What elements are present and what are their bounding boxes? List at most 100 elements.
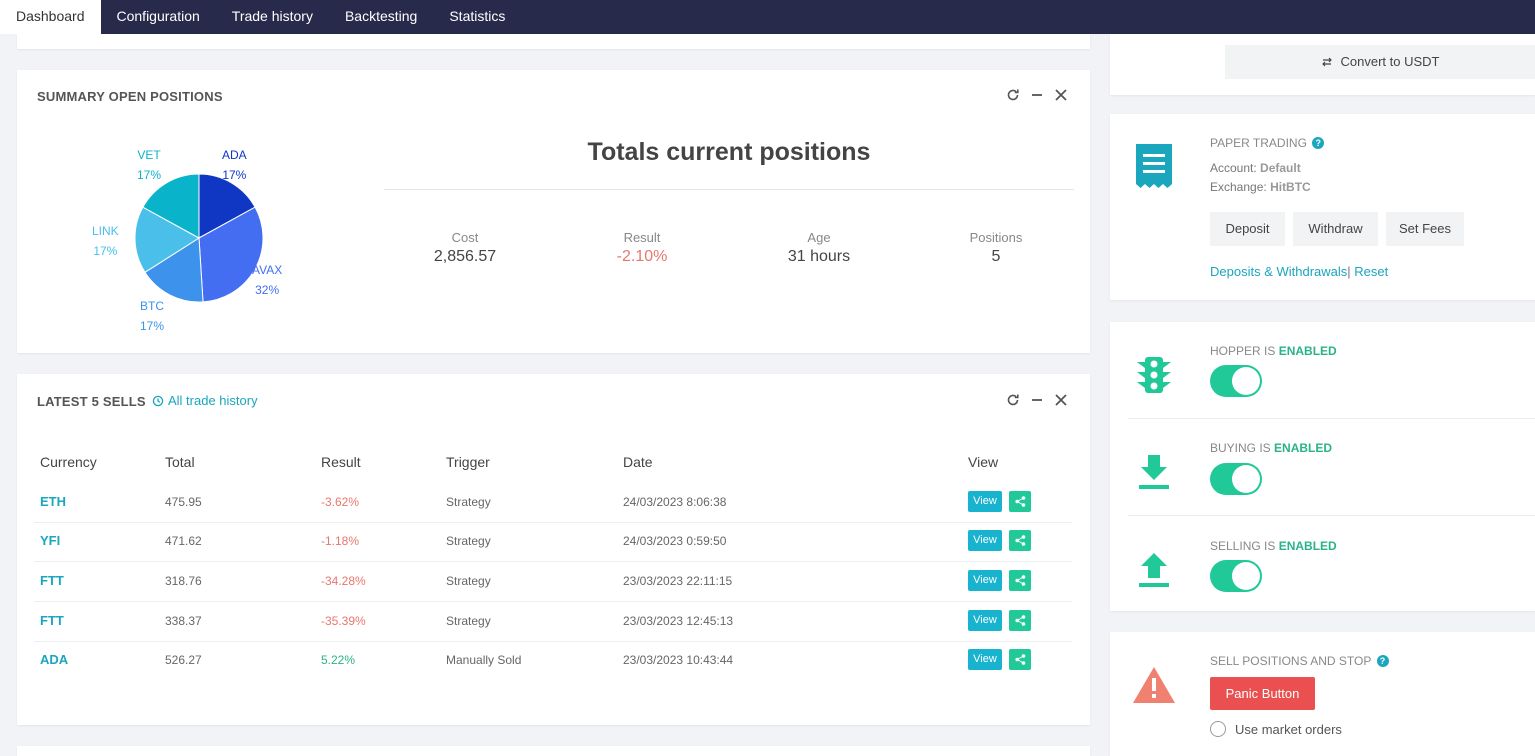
cell-result: -34.28% <box>321 574 366 588</box>
sells-card <box>17 374 1090 725</box>
divider <box>384 189 1074 190</box>
panic-button[interactable]: Panic Button <box>1210 677 1315 710</box>
pie-label-vet: VET 17% <box>137 145 161 185</box>
share-icon <box>1014 496 1025 507</box>
buying-status-state: ENABLED <box>1274 441 1333 455</box>
market-orders-radio[interactable] <box>1210 721 1226 737</box>
download-icon <box>1139 455 1169 489</box>
tab-configuration[interactable]: Configuration <box>101 0 216 34</box>
buying-status: BUYING IS ENABLED <box>1210 441 1332 455</box>
share-icon <box>1014 575 1025 586</box>
column-header[interactable]: Result <box>321 454 361 470</box>
pie-label-avax: AVAX 32% <box>252 260 282 300</box>
withdraw-button[interactable]: Withdraw <box>1293 212 1378 246</box>
view-button[interactable]: View <box>968 649 1002 670</box>
share-button[interactable] <box>1009 570 1031 591</box>
pie-label-name: BTC <box>140 299 165 313</box>
exchange-value: HitBTC <box>1270 180 1311 194</box>
selling-status-state: ENABLED <box>1278 539 1337 553</box>
history-link-label: All trade history <box>168 393 258 408</box>
buying-status-prefix: BUYING IS <box>1210 441 1271 455</box>
share-icon <box>1014 615 1025 626</box>
minimize-icon[interactable] <box>1030 88 1044 102</box>
pie-label-name: VET <box>137 148 161 162</box>
refresh-icon[interactable] <box>1006 88 1020 102</box>
view-button[interactable]: View <box>968 530 1002 551</box>
convert-icon <box>1321 57 1332 67</box>
pie-label-name: LINK <box>92 224 119 238</box>
column-header[interactable]: Currency <box>40 454 97 470</box>
all-trade-history-link[interactable]: All trade history <box>152 393 258 408</box>
convert-label: Convert to USDT <box>1340 54 1440 69</box>
tab-trade-history[interactable]: Trade history <box>216 0 329 34</box>
share-button[interactable] <box>1009 610 1031 631</box>
toggle-knob <box>1232 562 1260 590</box>
stat-label: Cost <box>451 230 479 245</box>
buying-toggle[interactable] <box>1210 463 1262 495</box>
cell-date: 23/03/2023 22:11:15 <box>623 574 733 588</box>
cell-currency[interactable]: FTT <box>40 613 64 628</box>
share-icon <box>1014 654 1025 665</box>
view-button[interactable]: View <box>968 491 1002 512</box>
close-icon[interactable] <box>1054 393 1068 407</box>
tab-statistics[interactable]: Statistics <box>433 0 521 34</box>
exchange-line: Exchange: HitBTC <box>1210 180 1311 194</box>
cell-currency[interactable]: YFI <box>40 533 60 548</box>
paper-trading-title: PAPER TRADING ? <box>1210 136 1325 150</box>
account-label: Account: <box>1210 161 1257 175</box>
reset-link[interactable]: Reset <box>1354 264 1388 279</box>
hopper-status-state: ENABLED <box>1278 344 1337 358</box>
history-icon <box>152 395 164 406</box>
stat-age: Age 31 hours <box>739 230 899 266</box>
refresh-icon[interactable] <box>1006 393 1020 407</box>
minimize-icon[interactable] <box>1030 393 1044 407</box>
stat-result: Result -2.10% <box>562 230 722 266</box>
cell-result: -35.39% <box>321 614 366 628</box>
hopper-toggle[interactable] <box>1210 365 1262 397</box>
cell-date: 23/03/2023 10:43:44 <box>623 653 734 667</box>
set-fees-button[interactable]: Set Fees <box>1386 212 1464 246</box>
account-value: Default <box>1260 161 1301 175</box>
stat-value: 31 hours <box>787 248 851 265</box>
share-button[interactable] <box>1009 491 1031 512</box>
cell-total: 475.95 <box>165 495 202 509</box>
hopper-status-prefix: HOPPER IS <box>1210 344 1276 358</box>
pie-label-name: ADA <box>222 148 247 162</box>
selling-status: SELLING IS ENABLED <box>1210 539 1337 553</box>
convert-to-usdt-button[interactable]: Convert to USDT <box>1225 45 1535 79</box>
cell-result: -1.18% <box>321 534 360 548</box>
cell-currency[interactable]: ADA <box>40 652 68 667</box>
cell-trigger: Strategy <box>446 534 491 548</box>
column-header[interactable]: Total <box>165 454 195 470</box>
selling-toggle[interactable] <box>1210 560 1262 592</box>
column-header[interactable]: Trigger <box>446 454 490 470</box>
panic-title-label: SELL POSITIONS AND STOP <box>1210 654 1372 668</box>
stat-positions: Positions 5 <box>916 230 1076 266</box>
stat-label: Result <box>623 230 661 245</box>
row-divider <box>34 561 1072 562</box>
view-button[interactable]: View <box>968 570 1002 591</box>
deposit-button[interactable]: Deposit <box>1210 212 1285 246</box>
column-header: View <box>968 454 999 470</box>
deposits-withdrawals-link[interactable]: Deposits & Withdrawals <box>1210 264 1347 279</box>
sells-tools <box>1006 393 1068 407</box>
share-button[interactable] <box>1009 530 1031 551</box>
view-button[interactable]: View <box>968 610 1002 631</box>
share-button[interactable] <box>1009 649 1031 670</box>
traffic-light-icon <box>1137 357 1171 393</box>
cell-trigger: Strategy <box>446 574 491 588</box>
cell-total: 338.37 <box>165 614 202 628</box>
share-icon <box>1014 535 1025 546</box>
divider <box>1128 515 1535 516</box>
cell-currency[interactable]: FTT <box>40 573 64 588</box>
row-divider <box>34 601 1072 602</box>
column-header[interactable]: Date <box>623 454 653 470</box>
close-icon[interactable] <box>1054 88 1068 102</box>
stat-label: Age <box>807 230 831 245</box>
tab-dashboard[interactable]: Dashboard <box>0 0 101 34</box>
tab-backtesting[interactable]: Backtesting <box>329 0 433 34</box>
cell-currency[interactable]: ETH <box>40 494 66 509</box>
help-icon[interactable]: ? <box>1376 655 1389 667</box>
market-orders-label: Use market orders <box>1235 722 1342 737</box>
help-icon[interactable]: ? <box>1312 137 1325 149</box>
